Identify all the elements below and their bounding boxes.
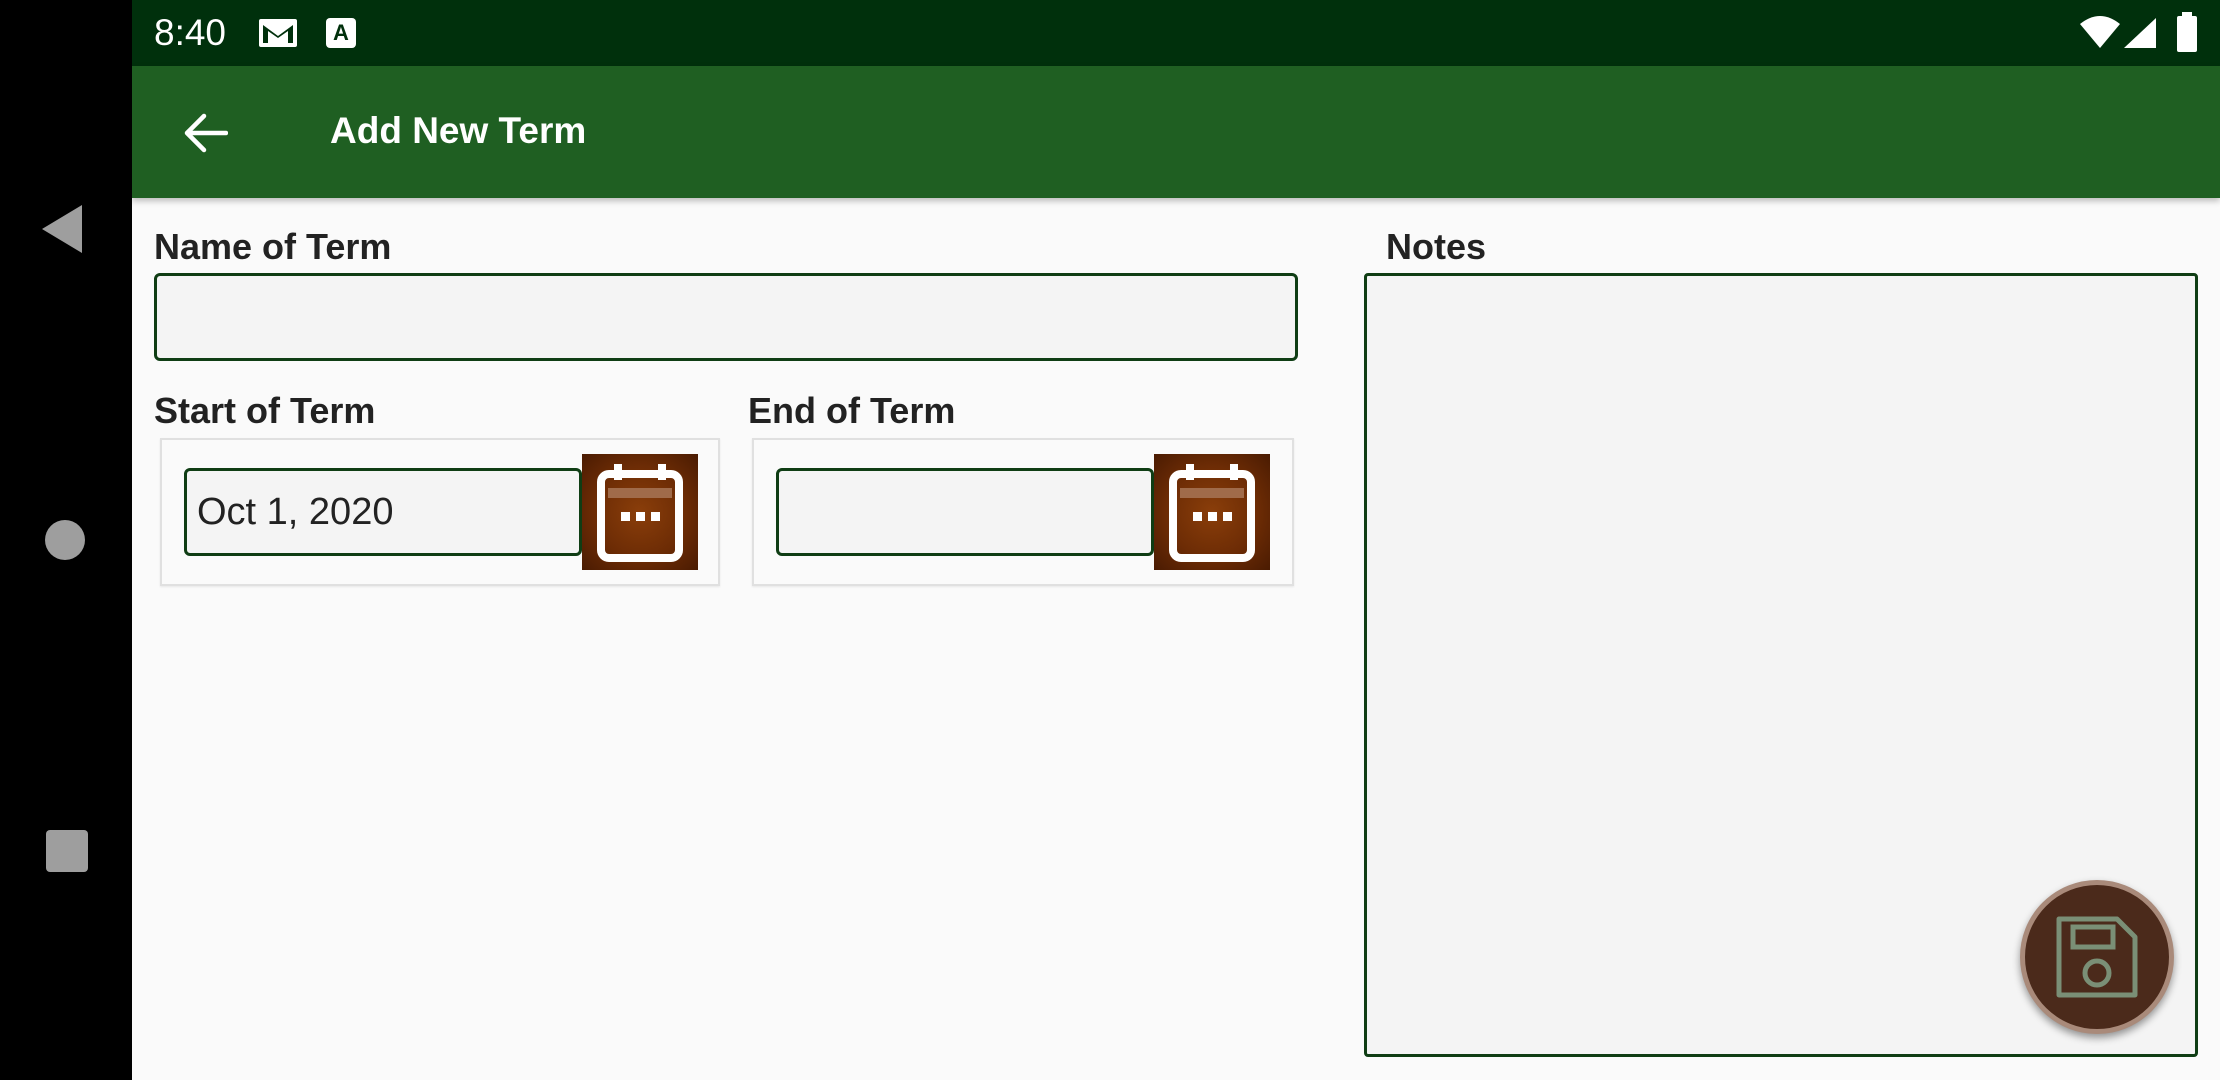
app-screen: 8:40 A Add New Term Name of Term Start o… [132,0,2220,1080]
signal-icon [2124,18,2156,48]
page-title: Add New Term [330,110,587,151]
app-bar: Add New Term [132,66,2220,198]
calendar-icon [597,464,683,562]
nav-back-icon[interactable] [42,205,82,253]
battery-icon [2177,12,2197,52]
save-button[interactable] [2020,880,2174,1034]
start-of-term-label: Start of Term [154,390,376,431]
name-of-term-input[interactable] [157,276,1295,358]
calendar-icon [1169,464,1255,562]
a-notification-icon: A [326,18,356,48]
end-of-term-label: End of Term [748,390,956,431]
nav-recents-icon[interactable] [46,830,88,872]
start-date-field[interactable] [184,468,582,556]
start-date-card [160,438,720,586]
gmail-icon [259,19,297,47]
end-calendar-button[interactable] [1154,454,1270,570]
start-date-input[interactable] [187,471,579,553]
navigation-bar [0,0,132,1080]
back-arrow-icon[interactable] [182,110,228,156]
nav-home-icon[interactable] [45,520,85,560]
save-icon [2056,916,2138,998]
end-date-card [752,438,1294,586]
end-date-field[interactable] [776,468,1154,556]
start-calendar-button[interactable] [582,454,698,570]
status-time: 8:40 [154,12,227,53]
name-of-term-field[interactable] [154,273,1298,361]
wifi-icon [2080,16,2120,48]
name-of-term-label: Name of Term [154,226,392,267]
end-date-input[interactable] [779,471,1151,553]
status-bar: 8:40 A [132,0,2220,66]
notes-label: Notes [1386,226,1487,267]
